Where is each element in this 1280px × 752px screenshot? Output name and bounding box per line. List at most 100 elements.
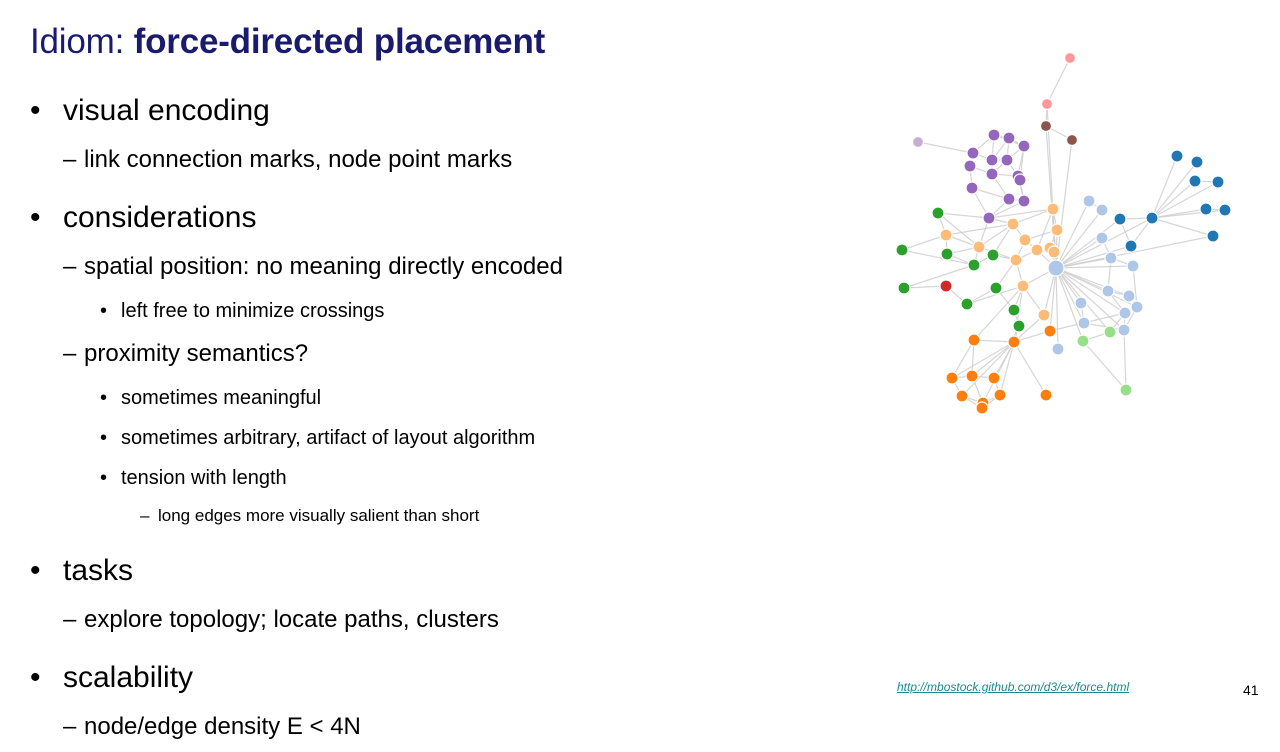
graph-node[interactable] — [1113, 212, 1127, 226]
graph-node[interactable] — [1016, 279, 1030, 293]
graph-node[interactable] — [1130, 300, 1144, 314]
graph-node[interactable] — [985, 167, 999, 181]
dash-marker-icon: – — [63, 340, 77, 367]
graph-node[interactable] — [1199, 202, 1213, 216]
graph-node[interactable] — [1076, 334, 1090, 348]
graph-node[interactable] — [963, 159, 977, 173]
graph-node[interactable] — [986, 248, 1000, 262]
graph-node[interactable] — [1119, 383, 1133, 397]
graph-node[interactable] — [1074, 296, 1088, 310]
graph-node[interactable] — [1039, 119, 1053, 133]
graph-node[interactable] — [989, 281, 1003, 295]
list-item-label: sometimes arbitrary, artifact of layout … — [121, 427, 536, 449]
graph-node[interactable] — [897, 281, 911, 295]
graph-node[interactable] — [1145, 211, 1159, 225]
graph-node[interactable] — [1047, 245, 1061, 259]
graph-node[interactable] — [1012, 319, 1026, 333]
graph-node[interactable] — [1006, 217, 1020, 231]
graph-node[interactable] — [1002, 192, 1016, 206]
list-item: – node/edge density E < 4N — [0, 705, 880, 752]
graph-edge — [1151, 155, 1178, 219]
graph-node[interactable] — [939, 279, 953, 293]
list-item-label: left free to minimize crossings — [121, 300, 385, 322]
graph-node[interactable] — [1047, 259, 1065, 277]
graph-node[interactable] — [1039, 388, 1053, 402]
list-item: • scalability — [0, 655, 880, 705]
graph-node[interactable] — [972, 240, 986, 254]
graph-node[interactable] — [987, 371, 1001, 385]
graph-node[interactable] — [1082, 194, 1096, 208]
graph-node[interactable] — [987, 128, 1001, 142]
graph-node[interactable] — [1030, 243, 1044, 257]
graph-node[interactable] — [985, 153, 999, 167]
graph-node[interactable] — [1117, 323, 1131, 337]
graph-node[interactable] — [967, 333, 981, 347]
page-title-emphasis: force-directed placement — [133, 22, 546, 61]
bullet-marker-icon: • — [100, 300, 108, 322]
graph-node[interactable] — [966, 146, 980, 160]
graph-node[interactable] — [967, 258, 981, 272]
graph-node[interactable] — [1188, 174, 1202, 188]
graph-node[interactable] — [1018, 233, 1032, 247]
graph-edge — [917, 141, 974, 154]
slide-outline: • visual encoding – link connection mark… — [0, 88, 880, 752]
graph-node[interactable] — [895, 243, 909, 257]
graph-node[interactable] — [1017, 194, 1031, 208]
list-item: – explore topology; locate paths, cluste… — [0, 598, 880, 645]
graph-node[interactable] — [975, 401, 989, 415]
graph-node[interactable] — [1095, 203, 1109, 217]
graph-edge — [1151, 209, 1226, 219]
graph-node[interactable] — [1009, 253, 1023, 267]
graph-edge — [1082, 340, 1127, 391]
graph-node[interactable] — [1040, 97, 1054, 111]
graph-node[interactable] — [1017, 139, 1031, 153]
graph-node[interactable] — [982, 211, 996, 225]
list-item-label: link connection marks, node point marks — [84, 146, 513, 173]
graph-node[interactable] — [1124, 239, 1138, 253]
graph-node[interactable] — [960, 297, 974, 311]
graph-node[interactable] — [1046, 202, 1060, 216]
graph-node[interactable] — [931, 206, 945, 220]
graph-node[interactable] — [1037, 308, 1051, 322]
graph-node[interactable] — [1118, 306, 1132, 320]
graph-node[interactable] — [1043, 324, 1057, 338]
source-url-link[interactable]: http://mbostock.github.com/d3/ex/force.h… — [897, 680, 1129, 694]
graph-node[interactable] — [1095, 231, 1109, 245]
graph-node[interactable] — [1122, 289, 1136, 303]
graph-node[interactable] — [1101, 284, 1115, 298]
list-item: • considerations — [0, 195, 880, 245]
graph-node[interactable] — [1077, 316, 1091, 330]
graph-node[interactable] — [1007, 335, 1021, 349]
graph-node[interactable] — [1211, 175, 1225, 189]
graph-node[interactable] — [1206, 229, 1220, 243]
graph-node[interactable] — [945, 371, 959, 385]
graph-node[interactable] — [1013, 173, 1027, 187]
graph-node[interactable] — [965, 181, 979, 195]
graph-edge — [1151, 217, 1214, 237]
graph-node[interactable] — [939, 228, 953, 242]
graph-node[interactable] — [1007, 303, 1021, 317]
graph-node[interactable] — [993, 388, 1007, 402]
list-item-label: scalability — [63, 661, 194, 694]
graph-node[interactable] — [1103, 325, 1117, 339]
graph-edge — [1151, 161, 1198, 219]
graph-node[interactable] — [1218, 203, 1232, 217]
graph-node[interactable] — [1190, 155, 1204, 169]
graph-node[interactable] — [965, 369, 979, 383]
graph-node[interactable] — [1050, 223, 1064, 237]
graph-node[interactable] — [1051, 342, 1065, 356]
graph-node[interactable] — [1126, 259, 1140, 273]
graph-node[interactable] — [1000, 153, 1014, 167]
graph-node[interactable] — [1104, 251, 1118, 265]
graph-node[interactable] — [940, 247, 954, 261]
graph-node[interactable] — [911, 135, 925, 149]
graph-node[interactable] — [955, 389, 969, 403]
graph-node[interactable] — [1170, 149, 1184, 163]
graph-node[interactable] — [1065, 133, 1079, 147]
graph-node[interactable] — [1063, 51, 1077, 65]
page-title-lead: Idiom: — [30, 22, 134, 61]
graph-node[interactable] — [1002, 131, 1016, 145]
graph-edge — [961, 341, 1015, 397]
